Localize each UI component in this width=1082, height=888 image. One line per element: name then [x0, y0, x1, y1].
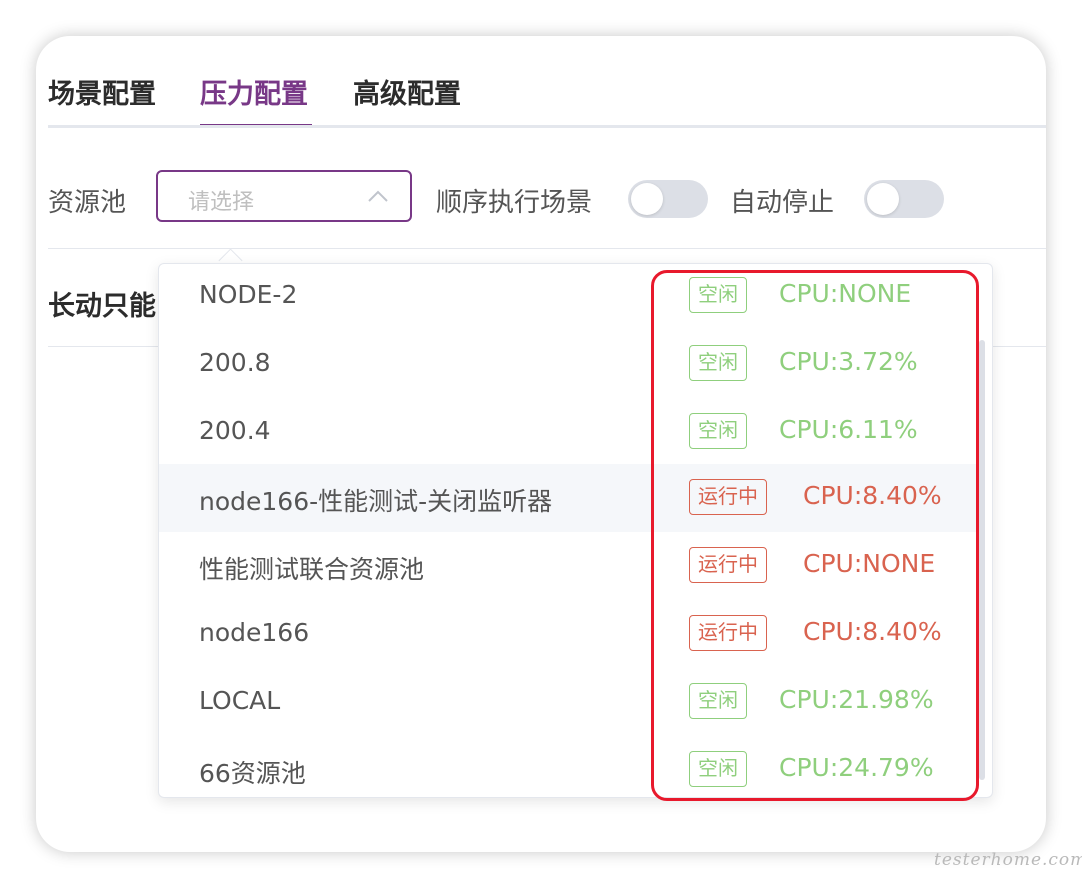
section-title: 长动只能 — [48, 291, 156, 322]
resource-pool-dropdown: NODE-2 空闲 CPU:NONE 200.8 空闲 CPU:3.72% 20… — [158, 263, 993, 798]
option-66-pool[interactable]: 66资源池 空闲 CPU:24.79% — [159, 736, 977, 797]
cpu-usage: CPU:21.98% — [779, 685, 934, 714]
option-name: LOCAL — [199, 686, 281, 715]
dropdown-scrollbar[interactable] — [979, 340, 985, 780]
chevron-up-icon — [368, 190, 388, 202]
tab-scene-config[interactable]: 场景配置 — [48, 72, 156, 111]
option-name: node166-性能测试-关闭监听器 — [199, 487, 553, 516]
option-name: 66资源池 — [199, 759, 306, 788]
status-badge: 空闲 — [689, 683, 747, 719]
cpu-usage: CPU:24.79% — [779, 753, 934, 782]
status-badge: 运行中 — [689, 615, 767, 651]
option-node166-perf-close-listener[interactable]: node166-性能测试-关闭监听器 运行中 CPU:8.40% — [159, 464, 977, 532]
status-badge: 空闲 — [689, 751, 747, 787]
switch-knob — [867, 183, 899, 215]
auto-stop-switch[interactable] — [864, 180, 944, 218]
option-node-2[interactable]: NODE-2 空闲 CPU:NONE — [159, 264, 977, 330]
option-name: 200.8 — [199, 348, 271, 377]
cpu-usage: CPU:NONE — [803, 549, 936, 578]
tab-pressure-config[interactable]: 压力配置 — [200, 72, 308, 111]
status-badge: 空闲 — [689, 277, 747, 313]
option-name: node166 — [199, 618, 310, 647]
sequential-scene-label: 顺序执行场景 — [436, 188, 593, 218]
option-node166[interactable]: node166 运行中 CPU:8.40% — [159, 600, 977, 668]
option-name: 性能测试联合资源池 — [199, 555, 425, 584]
cpu-usage: CPU:NONE — [779, 279, 912, 308]
option-name: 200.4 — [199, 416, 271, 445]
status-badge: 运行中 — [689, 479, 767, 515]
status-badge: 运行中 — [689, 547, 767, 583]
form-divider — [48, 248, 1046, 249]
auto-stop-label: 自动停止 — [730, 188, 835, 218]
switch-knob — [631, 183, 663, 215]
sequential-scene-switch[interactable] — [628, 180, 708, 218]
option-200-8[interactable]: 200.8 空闲 CPU:3.72% — [159, 330, 977, 398]
cpu-usage: CPU:8.40% — [803, 481, 942, 510]
option-200-4[interactable]: 200.4 空闲 CPU:6.11% — [159, 398, 977, 466]
pressure-form-row: 资源池 请选择 顺序执行场景 自动停止 — [48, 170, 1046, 226]
option-name: NODE-2 — [199, 280, 298, 309]
status-badge: 空闲 — [689, 345, 747, 381]
resource-pool-label: 资源池 — [48, 188, 127, 218]
cpu-usage: CPU:8.40% — [803, 617, 942, 646]
option-perf-joint-pool[interactable]: 性能测试联合资源池 运行中 CPU:NONE — [159, 532, 977, 600]
status-badge: 空闲 — [689, 413, 747, 449]
config-tabs: 场景配置 压力配置 高级配置 — [48, 72, 1046, 128]
resource-pool-select[interactable]: 请选择 — [156, 170, 412, 222]
tab-advanced-config[interactable]: 高级配置 — [353, 72, 461, 111]
tabs-divider — [48, 125, 1046, 128]
option-local[interactable]: LOCAL 空闲 CPU:21.98% — [159, 668, 977, 736]
cpu-usage: CPU:6.11% — [779, 415, 918, 444]
resource-pool-placeholder: 请选择 — [188, 190, 255, 215]
cpu-usage: CPU:3.72% — [779, 347, 918, 376]
watermark: testerhome.com — [934, 850, 1082, 870]
